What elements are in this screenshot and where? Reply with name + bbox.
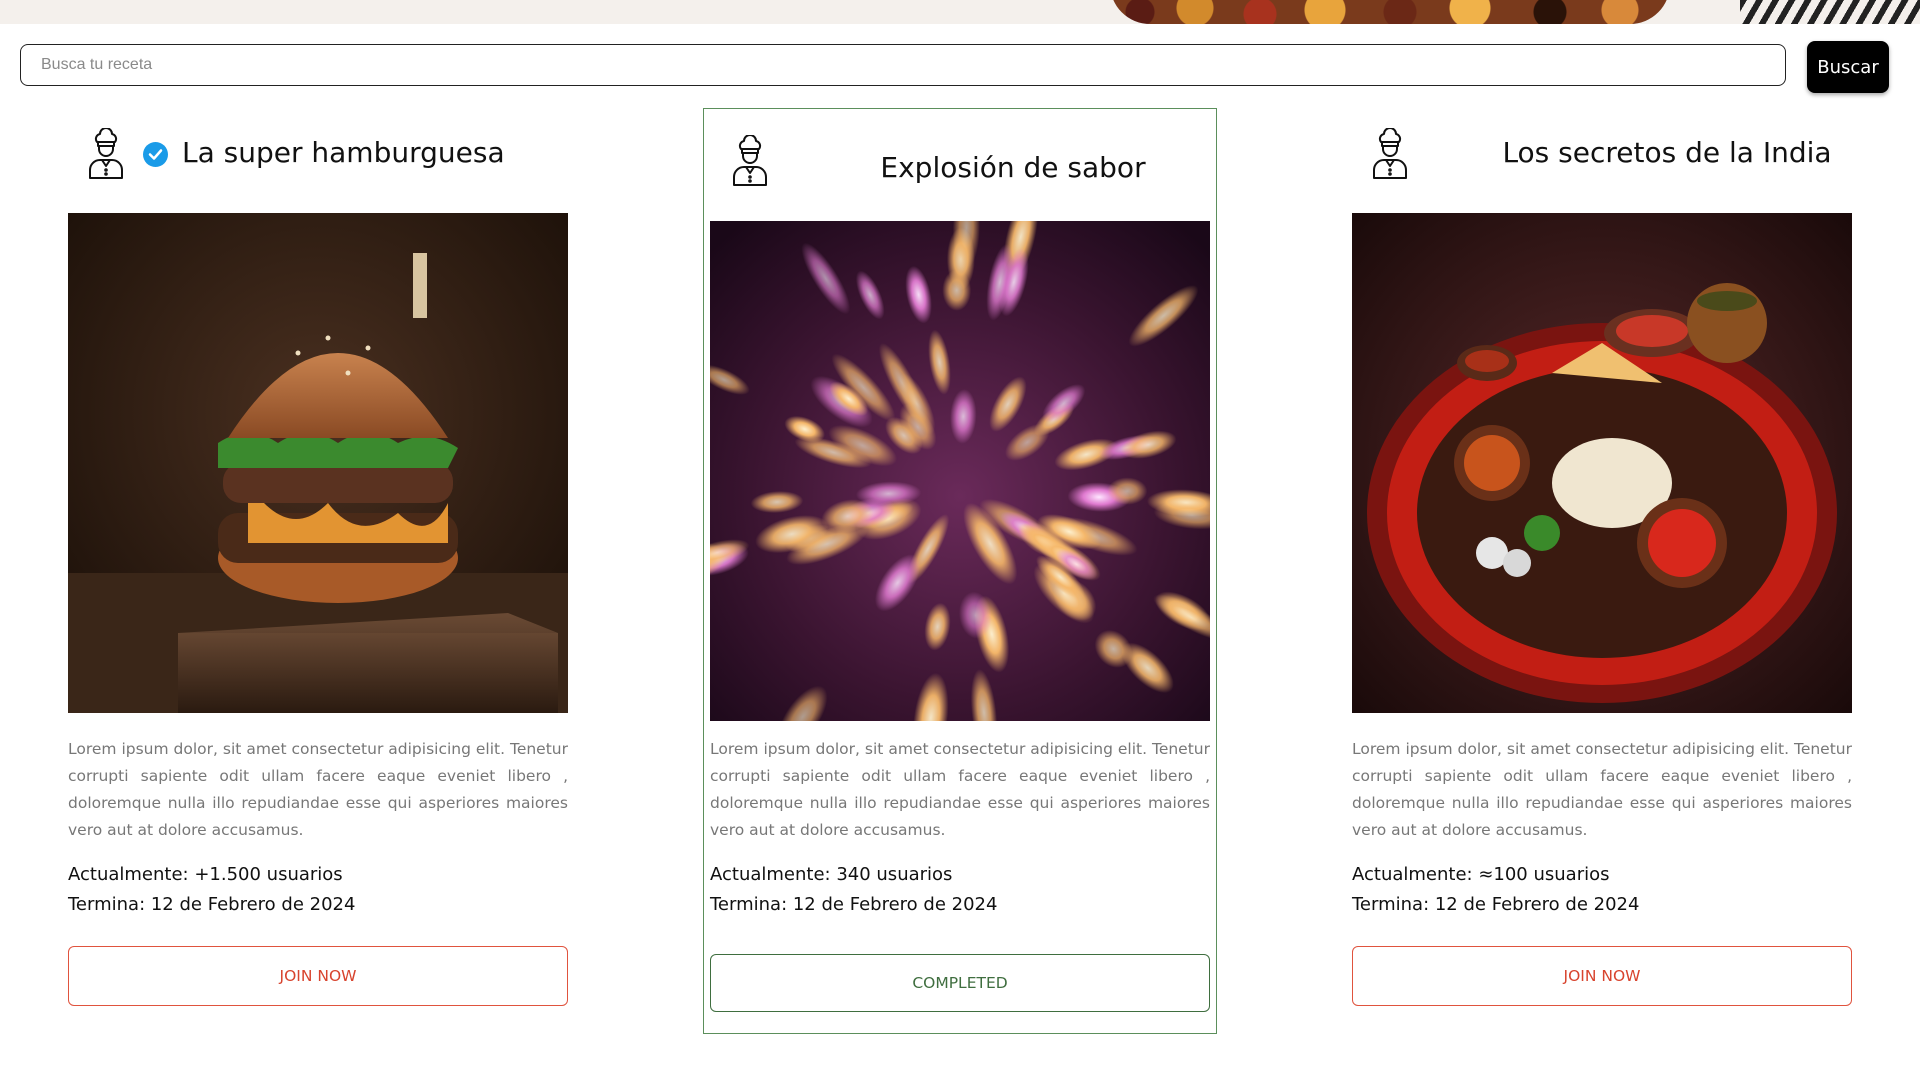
search-button[interactable]: Buscar <box>1807 41 1889 93</box>
verified-badge-icon <box>143 142 168 167</box>
join-now-button[interactable]: JOIN NOW <box>68 946 568 1006</box>
card-description: Lorem ipsum dolor, sit amet consectetur … <box>1352 740 1852 839</box>
completed-button[interactable]: COMPLETED <box>710 954 1210 1012</box>
banner-stripes-image <box>1740 0 1920 24</box>
card-header: Los secretos de la India <box>1352 128 1852 208</box>
chef-icon <box>89 128 123 179</box>
card-header: Explosión de sabor <box>710 109 1216 189</box>
card-participants: Actualmente: 340 usuarios <box>710 864 953 885</box>
card-description: Lorem ipsum dolor, sit amet consectetur … <box>710 740 1210 839</box>
card-participants: Actualmente: +1.500 usuarios <box>68 864 343 885</box>
card-end-date: Termina: 12 de Febrero de 2024 <box>710 894 998 915</box>
chef-icon <box>1373 128 1407 179</box>
fireworks-photo <box>710 221 1210 721</box>
card-description: Lorem ipsum dolor, sit amet consectetur … <box>68 740 568 839</box>
card-participants: Actualmente: ≈100 usuarios <box>1352 864 1610 885</box>
card-end-date: Termina: 12 de Febrero de 2024 <box>68 894 356 915</box>
card-end-date: Termina: 12 de Febrero de 2024 <box>1352 894 1640 915</box>
top-banner <box>0 0 1920 24</box>
recipe-card-hamburguesa: La super hamburguesa Lorem ipsum dolor, … <box>68 128 568 1006</box>
card-header: La super hamburguesa <box>68 128 568 208</box>
indian-thali-photo <box>1352 213 1852 713</box>
banner-food-image <box>1110 0 1670 24</box>
search-input[interactable] <box>20 44 1786 86</box>
burger-photo <box>68 213 568 713</box>
card-title: Explosión de sabor <box>880 151 1146 184</box>
recipe-card-secretos-india: Los secretos de la India Lorem ipsum dol… <box>1352 128 1852 1006</box>
join-now-button[interactable]: JOIN NOW <box>1352 946 1852 1006</box>
chef-icon <box>733 135 767 186</box>
recipe-card-explosion-de-sabor: Explosión de sabor Lorem ipsum dolor, si… <box>703 108 1217 1034</box>
card-title: La super hamburguesa <box>182 136 505 169</box>
bokeh-light <box>1107 477 1148 505</box>
card-title: Los secretos de la India <box>1502 136 1832 169</box>
